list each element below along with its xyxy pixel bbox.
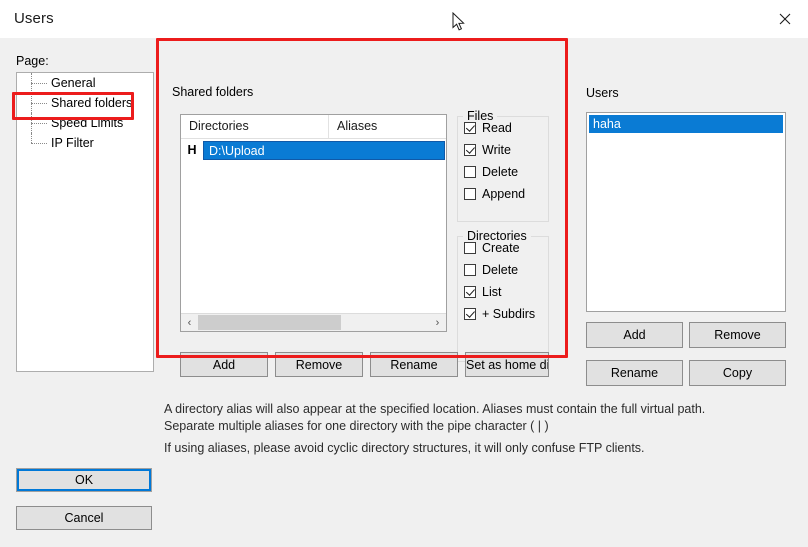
checkbox-append[interactable]: Append xyxy=(458,183,548,205)
checkbox-icon[interactable] xyxy=(464,122,476,134)
directories-list[interactable]: Directories Aliases H D:\Upload ‹ › xyxy=(180,114,447,332)
checkbox-label: Delete xyxy=(482,165,519,179)
page-label: Page: xyxy=(16,54,49,68)
column-header-directories[interactable]: Directories xyxy=(181,115,329,138)
scrollbar-track[interactable] xyxy=(198,314,429,331)
alias-hint-line-2: If using aliases, please avoid cyclic di… xyxy=(164,441,645,455)
sidebar-item-speed-limits[interactable]: Speed Limits xyxy=(17,113,153,133)
title-bar: Users xyxy=(0,0,808,39)
add-user-button[interactable]: Add xyxy=(586,322,683,348)
checkbox-icon[interactable] xyxy=(464,144,476,156)
checkbox-subdirs[interactable]: + Subdirs xyxy=(458,303,548,325)
cancel-button[interactable]: Cancel xyxy=(16,506,152,530)
users-list[interactable]: haha xyxy=(586,112,786,312)
page-tree[interactable]: General Shared folders Speed Limits IP F… xyxy=(16,72,154,372)
sidebar-item-label: IP Filter xyxy=(51,136,94,150)
sidebar-item-general[interactable]: General xyxy=(17,73,153,93)
alias-hint-line-1: A directory alias will also appear at th… xyxy=(164,402,706,433)
files-group-title: Files xyxy=(463,109,498,123)
checkbox-label: Append xyxy=(482,187,526,201)
checkbox-label: Read xyxy=(482,121,512,135)
scrollbar-thumb[interactable] xyxy=(198,315,342,330)
checkbox-delete-file[interactable]: Delete xyxy=(458,161,548,183)
directories-permissions-group: Directories Create Delete List + Subdirs xyxy=(457,229,549,362)
table-row[interactable]: H D:\Upload xyxy=(181,140,446,160)
checkbox-icon[interactable] xyxy=(464,166,476,178)
shared-folders-group: Shared folders Directories Aliases H D:\… xyxy=(168,85,556,386)
files-permissions-group: Files Read Write Delete Append xyxy=(457,109,549,222)
directory-path-cell[interactable]: D:\Upload xyxy=(203,140,445,160)
remove-user-button[interactable]: Remove xyxy=(689,322,786,348)
ok-button[interactable]: OK xyxy=(16,468,152,492)
rename-user-button[interactable]: Rename xyxy=(586,360,683,386)
checkbox-icon[interactable] xyxy=(464,264,476,276)
checkbox-label: + Subdirs xyxy=(482,307,536,321)
rename-directory-button[interactable]: Rename xyxy=(370,352,458,377)
directories-group-title: Directories xyxy=(463,229,531,243)
add-directory-button[interactable]: Add xyxy=(180,352,268,377)
home-dir-flag: H xyxy=(187,143,197,157)
horizontal-scrollbar[interactable]: ‹ › xyxy=(181,313,446,331)
checkbox-list[interactable]: List xyxy=(458,281,548,303)
users-group: Users haha Add Remove Rename Copy xyxy=(586,86,796,386)
checkbox-label: Delete xyxy=(482,263,519,277)
column-header-aliases[interactable]: Aliases xyxy=(329,115,446,138)
set-as-home-dir-button[interactable]: Set as home dir xyxy=(465,352,549,377)
shared-folders-group-title: Shared folders xyxy=(172,85,260,99)
remove-directory-button[interactable]: Remove xyxy=(275,352,363,377)
scroll-right-arrow-icon[interactable]: › xyxy=(429,314,446,331)
checkbox-icon[interactable] xyxy=(464,308,476,320)
checkbox-label: List xyxy=(482,285,502,299)
copy-user-button[interactable]: Copy xyxy=(689,360,786,386)
checkbox-delete-dir[interactable]: Delete xyxy=(458,259,548,281)
list-item[interactable]: haha xyxy=(589,115,783,133)
sidebar-item-label: Shared folders xyxy=(51,96,133,110)
sidebar-item-label: Speed Limits xyxy=(51,116,124,130)
dialog-body: Page: General Shared folders Speed Limit… xyxy=(0,38,808,547)
checkbox-icon[interactable] xyxy=(464,286,476,298)
scroll-left-arrow-icon[interactable]: ‹ xyxy=(181,314,198,331)
checkbox-label: Write xyxy=(482,143,511,157)
sidebar-item-shared-folders[interactable]: Shared folders xyxy=(17,93,153,113)
users-group-title: Users xyxy=(586,86,625,100)
directories-list-header: Directories Aliases xyxy=(181,115,446,139)
sidebar-item-ip-filter[interactable]: IP Filter xyxy=(17,133,153,153)
checkbox-label: Create xyxy=(482,241,520,255)
checkbox-icon[interactable] xyxy=(464,242,476,254)
checkbox-write[interactable]: Write xyxy=(458,139,548,161)
sidebar-item-label: General xyxy=(51,76,96,90)
close-icon[interactable] xyxy=(762,0,808,37)
window-title: Users xyxy=(14,10,54,27)
checkbox-icon[interactable] xyxy=(464,188,476,200)
